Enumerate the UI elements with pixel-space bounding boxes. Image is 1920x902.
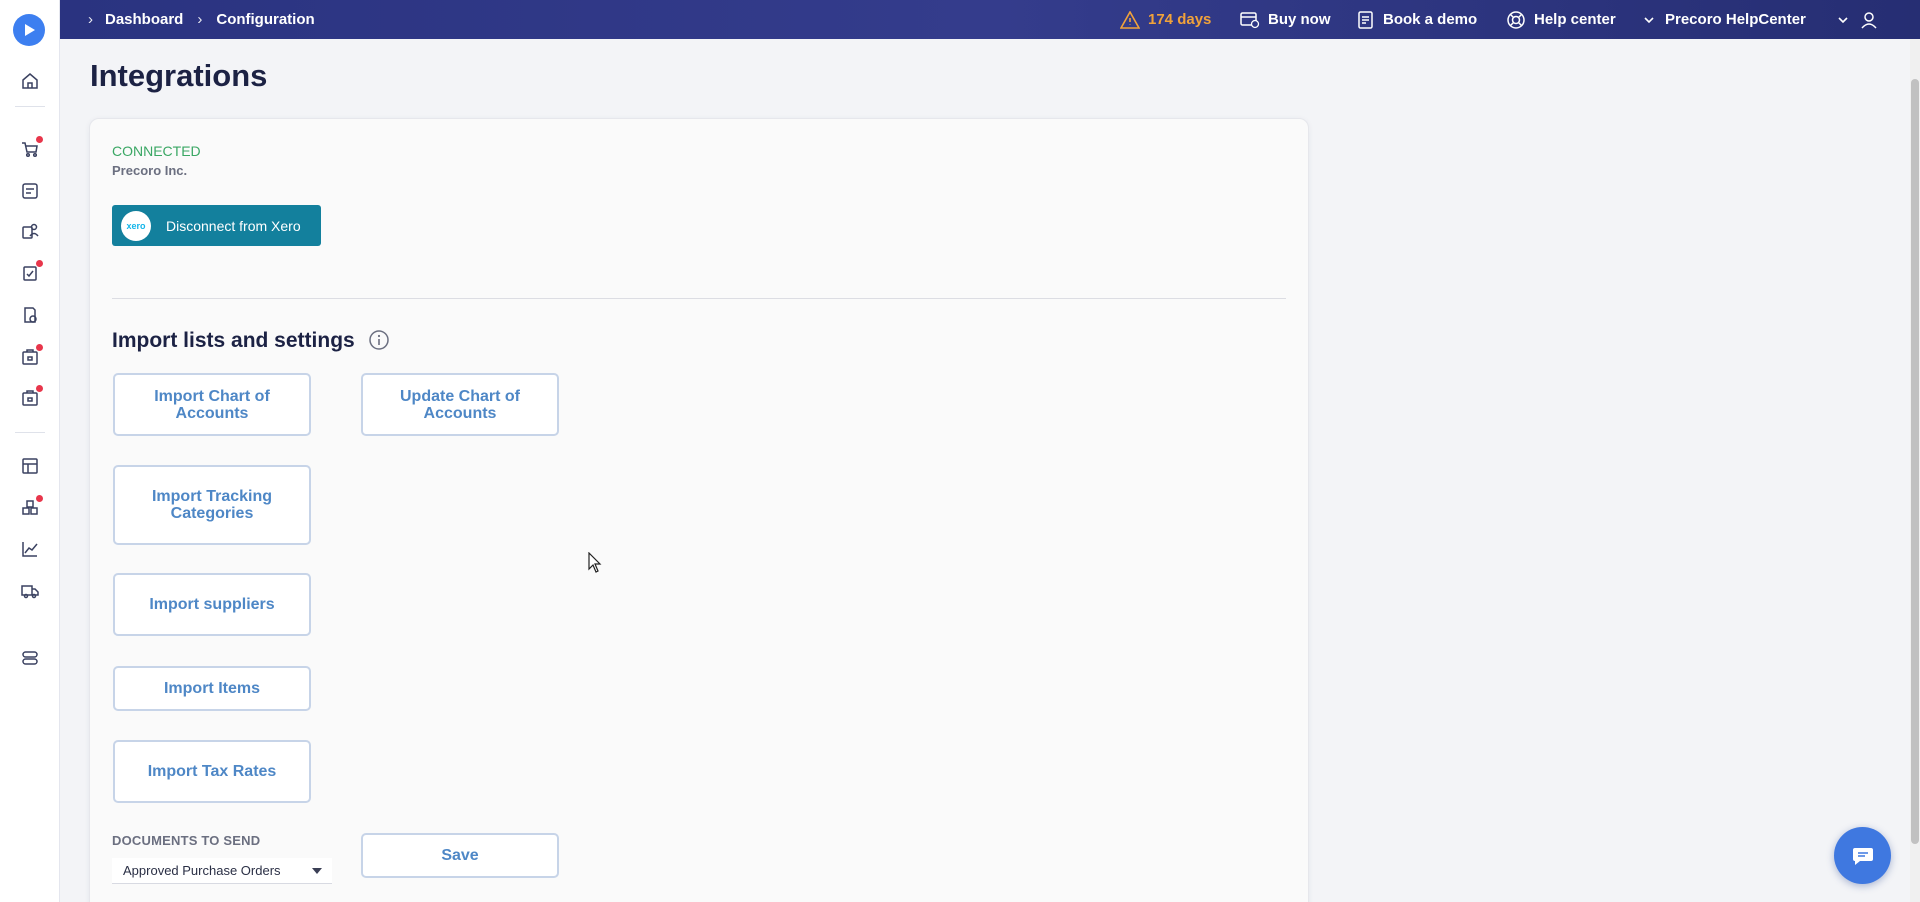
home-icon[interactable] [19, 70, 41, 92]
warning-icon [1120, 10, 1140, 29]
chevron-down-icon [1644, 16, 1654, 23]
documents-selected-value: Approved Purchase Orders [123, 863, 281, 878]
notification-dot [36, 260, 43, 267]
info-icon[interactable] [368, 329, 390, 351]
buy-now-button[interactable]: Buy now [1240, 0, 1331, 39]
delivery-truck-icon[interactable] [19, 580, 41, 602]
breadcrumb-configuration[interactable]: Configuration [216, 11, 314, 28]
chevron-right-icon: › [197, 11, 203, 28]
xero-logo-icon: xero [121, 210, 151, 241]
trial-days-indicator[interactable]: 174 days [1120, 0, 1211, 39]
buy-now-label: Buy now [1268, 11, 1331, 28]
invoices-icon[interactable] [19, 304, 41, 326]
notification-dot [36, 136, 43, 143]
dropdown-caret-icon [312, 868, 322, 874]
lifebuoy-icon [1507, 10, 1525, 29]
connected-company: Precoro Inc. [112, 163, 188, 178]
save-button[interactable]: Save [361, 833, 559, 878]
help-center-label: Help center [1534, 11, 1616, 28]
payments-icon[interactable] [19, 385, 43, 409]
import-tax-rates-button[interactable]: Import Tax Rates [113, 740, 311, 803]
import-items-button[interactable]: Import Items [113, 666, 311, 711]
documents-users-icon[interactable] [19, 220, 41, 242]
import-section-title: Import lists and settings [112, 329, 355, 352]
help-center-button[interactable]: Help center [1506, 0, 1616, 39]
budgets-icon[interactable] [19, 455, 41, 477]
cart-icon[interactable] [19, 136, 43, 160]
connection-status: CONNECTED [112, 143, 201, 159]
import-suppliers-button[interactable]: Import suppliers [113, 573, 311, 636]
chevron-down-icon [1838, 16, 1848, 23]
analytics-icon[interactable] [19, 538, 41, 560]
calendar-icon [1358, 10, 1373, 29]
precoro-logo-icon[interactable] [13, 14, 45, 46]
trial-days-text: 174 days [1148, 11, 1212, 28]
sidebar-divider [15, 106, 45, 107]
import-chart-of-accounts-button[interactable]: Import Chart of Accounts [113, 373, 311, 436]
import-tracking-categories-button[interactable]: Import Tracking Categories [113, 465, 311, 545]
chevron-right-icon: › [88, 11, 93, 28]
account-name: Precoro HelpCenter [1665, 11, 1806, 28]
sidebar-divider [15, 432, 45, 433]
requests-icon[interactable] [19, 180, 41, 202]
documents-to-send-select[interactable]: Approved Purchase Orders [112, 858, 332, 884]
payment-card-icon [1240, 11, 1260, 28]
user-menu[interactable] [1837, 0, 1887, 39]
breadcrumb: › Dashboard › Configuration [88, 0, 315, 39]
disconnect-xero-button[interactable]: xero Disconnect from Xero [112, 205, 321, 246]
chat-support-button[interactable] [1834, 827, 1891, 884]
book-demo-label: Book a demo [1383, 11, 1478, 28]
sidebar [0, 0, 60, 902]
page-title: Integrations [90, 58, 268, 93]
inventory-icon[interactable] [19, 495, 43, 519]
chat-bubble-icon [1852, 847, 1873, 865]
approvals-icon[interactable] [19, 260, 43, 284]
documents-to-send-label: DOCUMENTS TO SEND [112, 833, 261, 848]
user-icon [1861, 11, 1877, 29]
mouse-cursor-icon [588, 552, 602, 573]
scrollbar-thumb[interactable] [1911, 79, 1919, 844]
settings-toggle-icon[interactable] [19, 647, 41, 669]
notification-dot [36, 495, 43, 502]
receipts-icon[interactable] [19, 344, 43, 368]
breadcrumb-dashboard[interactable]: Dashboard [105, 11, 183, 28]
notification-dot [36, 344, 43, 351]
notification-dot [36, 385, 43, 392]
page-scrollbar[interactable] [1910, 39, 1920, 902]
section-divider [112, 298, 1286, 299]
disconnect-xero-label: Disconnect from Xero [166, 217, 301, 234]
book-demo-button[interactable]: Book a demo [1357, 0, 1477, 39]
account-switcher[interactable]: Precoro HelpCenter [1643, 0, 1806, 39]
top-bar: › Dashboard › Configuration 174 days Buy… [60, 0, 1920, 39]
update-chart-of-accounts-button[interactable]: Update Chart of Accounts [361, 373, 559, 436]
